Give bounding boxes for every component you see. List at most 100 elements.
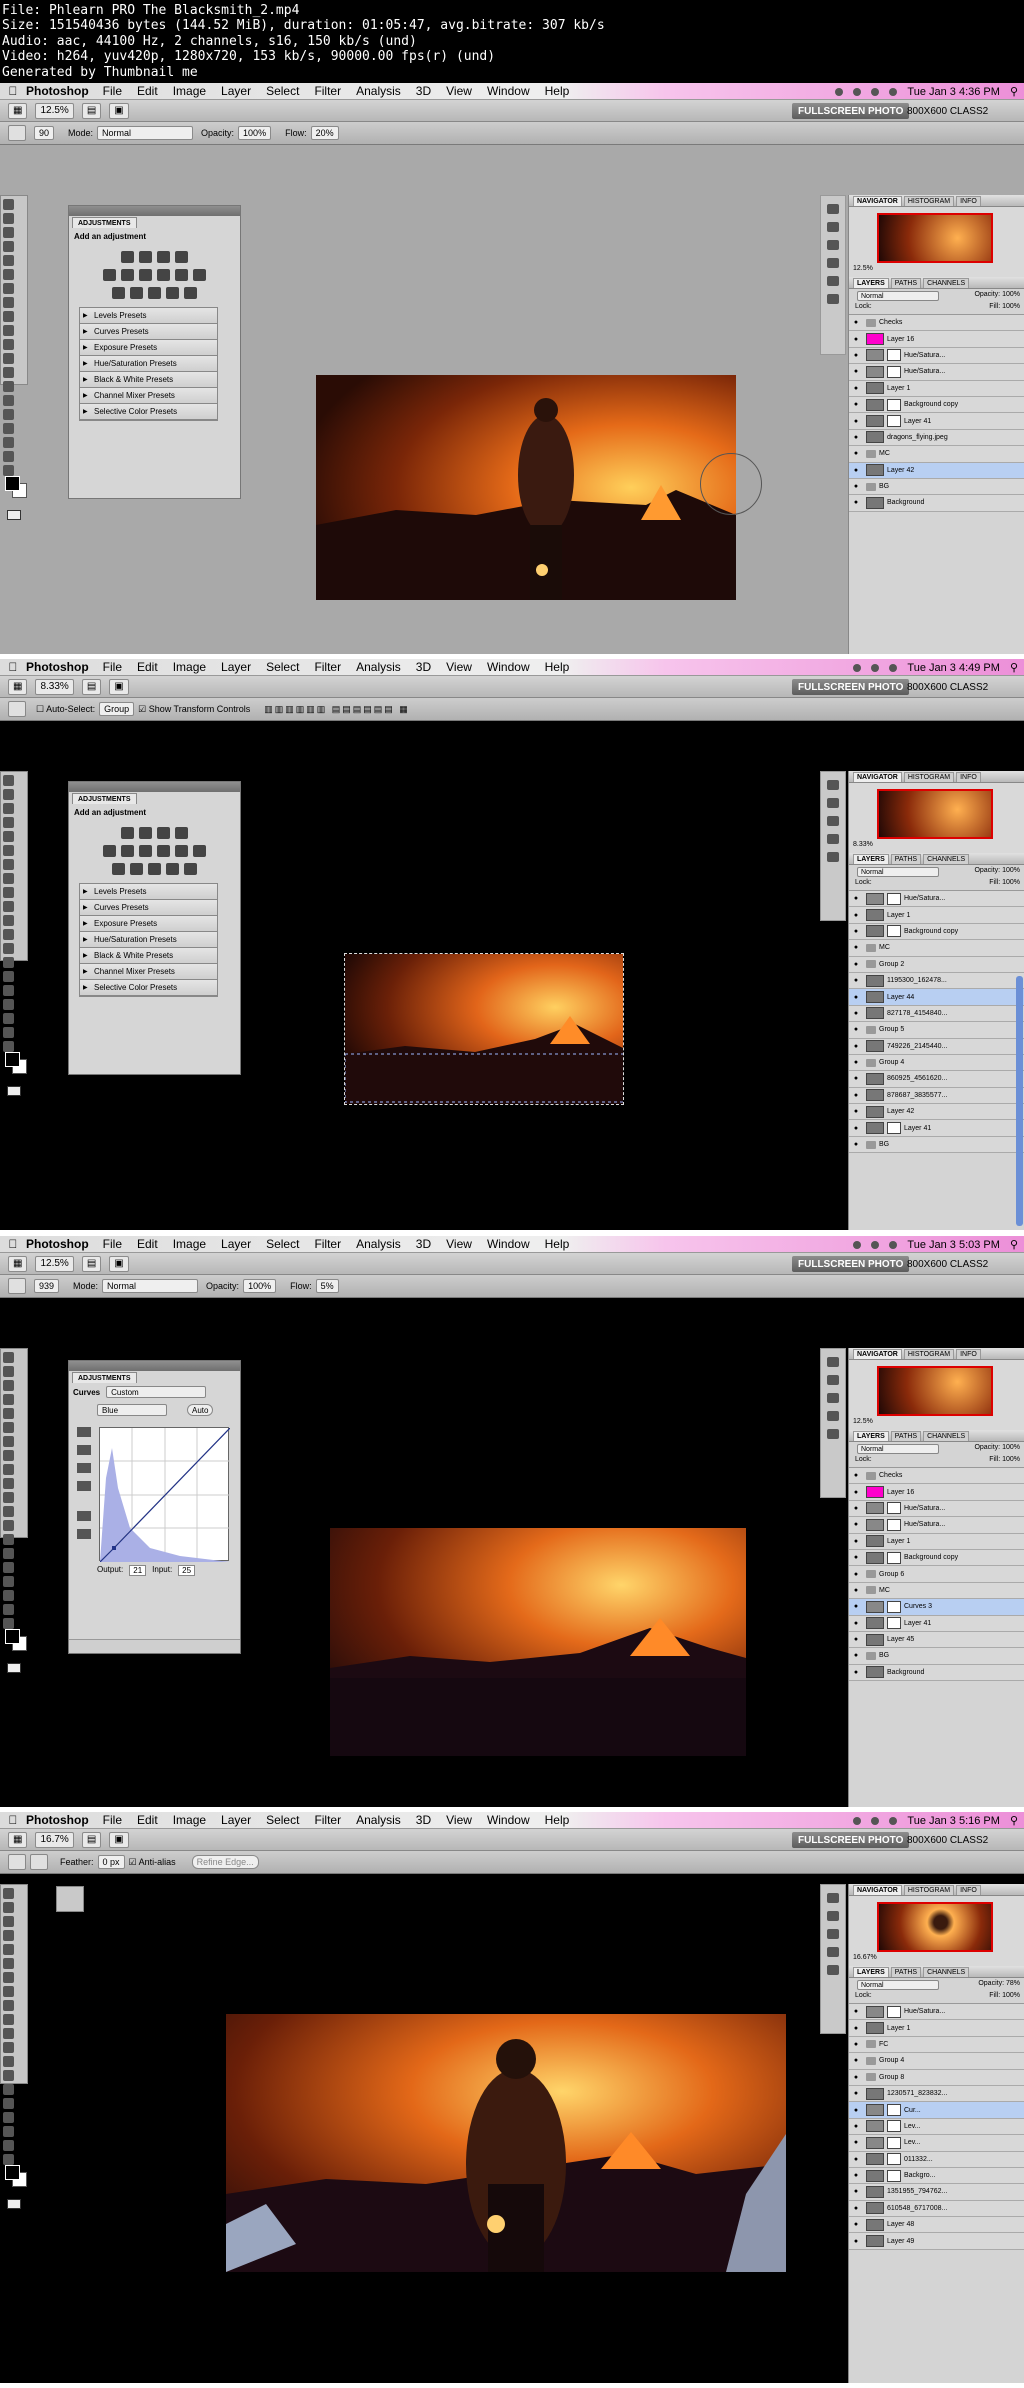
visibility-eye-icon[interactable]: ●: [849, 2156, 863, 2163]
apple-icon[interactable]: : [0, 1237, 26, 1251]
menu-edit[interactable]: Edit: [137, 84, 158, 98]
tray-icon[interactable]: [835, 87, 844, 96]
photo-filter-icon[interactable]: [175, 269, 188, 281]
menu-analysis[interactable]: Analysis: [356, 660, 401, 674]
path-select-icon[interactable]: [3, 985, 14, 996]
layer-opacity[interactable]: Opacity: 100%: [974, 1444, 1020, 1451]
crop-tool-icon[interactable]: [3, 255, 14, 266]
input-field[interactable]: 25: [178, 1565, 196, 1576]
menu-edit[interactable]: Edit: [137, 1237, 158, 1251]
menu-view[interactable]: View: [446, 84, 472, 98]
layer-row[interactable]: ● Layer 48: [849, 2217, 1024, 2234]
layer-row[interactable]: ● Lev...: [849, 2135, 1024, 2152]
visibility-eye-icon[interactable]: ●: [849, 2090, 863, 2097]
workspace-label[interactable]: 800X600 CLASS2: [907, 103, 988, 119]
adjustments-tab[interactable]: ADJUSTMENTS: [72, 1372, 137, 1383]
visibility-eye-icon[interactable]: ●: [849, 1472, 863, 1479]
visibility-eye-icon[interactable]: ●: [849, 1620, 863, 1627]
levels-icon[interactable]: [139, 251, 152, 263]
tab-channels[interactable]: CHANNELS: [923, 1967, 970, 1977]
arrange-icon[interactable]: ▤: [81, 1255, 102, 1272]
menu-layer[interactable]: Layer: [221, 660, 251, 674]
visibility-eye-icon[interactable]: ●: [849, 2205, 863, 2212]
visibility-eye-icon[interactable]: ●: [849, 1141, 863, 1148]
preset-item[interactable]: Channel Mixer Presets: [80, 388, 217, 404]
smooth-icon[interactable]: [77, 1529, 91, 1539]
menu-3d[interactable]: 3D: [416, 1813, 431, 1827]
menu-image[interactable]: Image: [173, 660, 206, 674]
layer-row[interactable]: ● Group 4: [849, 2053, 1024, 2070]
type-tool-icon[interactable]: [3, 971, 14, 982]
hand-tool-icon[interactable]: [3, 2140, 14, 2151]
document-canvas[interactable]: [226, 2014, 786, 2272]
visibility-eye-icon[interactable]: ●: [849, 434, 863, 441]
color-swatches[interactable]: [5, 1052, 27, 1074]
pen-tool-icon[interactable]: [3, 381, 14, 392]
dodge-tool-icon[interactable]: [3, 943, 14, 954]
menu-image[interactable]: Image: [173, 84, 206, 98]
blend-mode-select[interactable]: Normal: [857, 1980, 939, 1990]
dock-icon[interactable]: [827, 816, 839, 826]
brush-tool-icon[interactable]: [3, 873, 14, 884]
preset-item[interactable]: Hue/Saturation Presets: [80, 356, 217, 372]
dock-icon[interactable]: [827, 780, 839, 790]
menu-window[interactable]: Window: [487, 1813, 530, 1827]
menu-filter[interactable]: Filter: [314, 660, 341, 674]
workspace-label[interactable]: 800X600 CLASS2: [907, 1256, 988, 1272]
eraser-tool-icon[interactable]: [3, 915, 14, 926]
brush-tool-icon[interactable]: [3, 297, 14, 308]
history-brush-icon[interactable]: [3, 2014, 14, 2025]
layer-mask-thumbnail[interactable]: [887, 1600, 901, 1613]
wand-tool-icon[interactable]: [3, 817, 14, 828]
layer-fill[interactable]: Fill: 100%: [989, 879, 1020, 886]
wifi-icon[interactable]: [871, 87, 880, 96]
volume-icon[interactable]: [889, 663, 898, 672]
menu-layer[interactable]: Layer: [221, 1813, 251, 1827]
layer-row[interactable]: ● Group 2: [849, 956, 1024, 973]
layer-row[interactable]: ● 860925_4561620...: [849, 1071, 1024, 1088]
flow-field[interactable]: 5%: [315, 1279, 339, 1293]
visibility-eye-icon[interactable]: ●: [849, 1571, 863, 1578]
tray-icon[interactable]: [853, 87, 862, 96]
stamp-tool-icon[interactable]: [3, 1464, 14, 1475]
menu-filter[interactable]: Filter: [314, 1237, 341, 1251]
pen-tool-icon[interactable]: [3, 2070, 14, 2081]
layer-row[interactable]: ● 749226_2145440...: [849, 1038, 1024, 1055]
menu-layer[interactable]: Layer: [221, 84, 251, 98]
visibility-eye-icon[interactable]: ●: [849, 450, 863, 457]
path-select-icon[interactable]: [3, 2098, 14, 2109]
dock-icon[interactable]: [827, 1375, 839, 1385]
history-brush-icon[interactable]: [3, 325, 14, 336]
quick-mask-icon[interactable]: [7, 510, 21, 520]
visibility-eye-icon[interactable]: ●: [849, 2057, 863, 2064]
visibility-eye-icon[interactable]: ●: [849, 1489, 863, 1496]
healing-tool-icon[interactable]: [3, 283, 14, 294]
dock-icon[interactable]: [827, 240, 839, 250]
layer-row[interactable]: ● FC: [849, 2036, 1024, 2054]
tab-paths[interactable]: PATHS: [890, 278, 922, 288]
layer-row[interactable]: ● MC: [849, 446, 1024, 463]
apple-icon[interactable]: : [0, 660, 26, 674]
layer-row[interactable]: ● Layer 41: [849, 1615, 1024, 1632]
layer-row[interactable]: ● Layer 45: [849, 1631, 1024, 1649]
workspace-label[interactable]: 800X600 CLASS2: [907, 1832, 988, 1848]
tab-info[interactable]: INFO: [956, 1349, 981, 1359]
visibility-eye-icon[interactable]: ●: [849, 1108, 863, 1115]
eyedropper-tool-icon[interactable]: [3, 269, 14, 280]
layer-row[interactable]: ● MC: [849, 1582, 1024, 1600]
navigator-zoom[interactable]: 16.67%: [853, 1954, 877, 1961]
preset-item[interactable]: Levels Presets: [80, 884, 217, 900]
posterize-icon[interactable]: [130, 287, 143, 299]
navigator-thumbnail[interactable]: [877, 213, 993, 263]
exposure-icon[interactable]: [175, 827, 188, 839]
visibility-eye-icon[interactable]: ●: [849, 944, 863, 951]
navigator-zoom[interactable]: 12.5%: [853, 1418, 873, 1425]
channel-mixer-icon[interactable]: [193, 269, 206, 281]
opacity-field[interactable]: 100%: [243, 1279, 277, 1293]
dodge-tool-icon[interactable]: [3, 367, 14, 378]
visibility-eye-icon[interactable]: ●: [849, 1521, 863, 1528]
layer-row[interactable]: ● BG: [849, 1136, 1024, 1154]
bw-icon[interactable]: [157, 845, 170, 857]
visibility-eye-icon[interactable]: ●: [849, 1010, 863, 1017]
visibility-eye-icon[interactable]: ●: [849, 1587, 863, 1594]
